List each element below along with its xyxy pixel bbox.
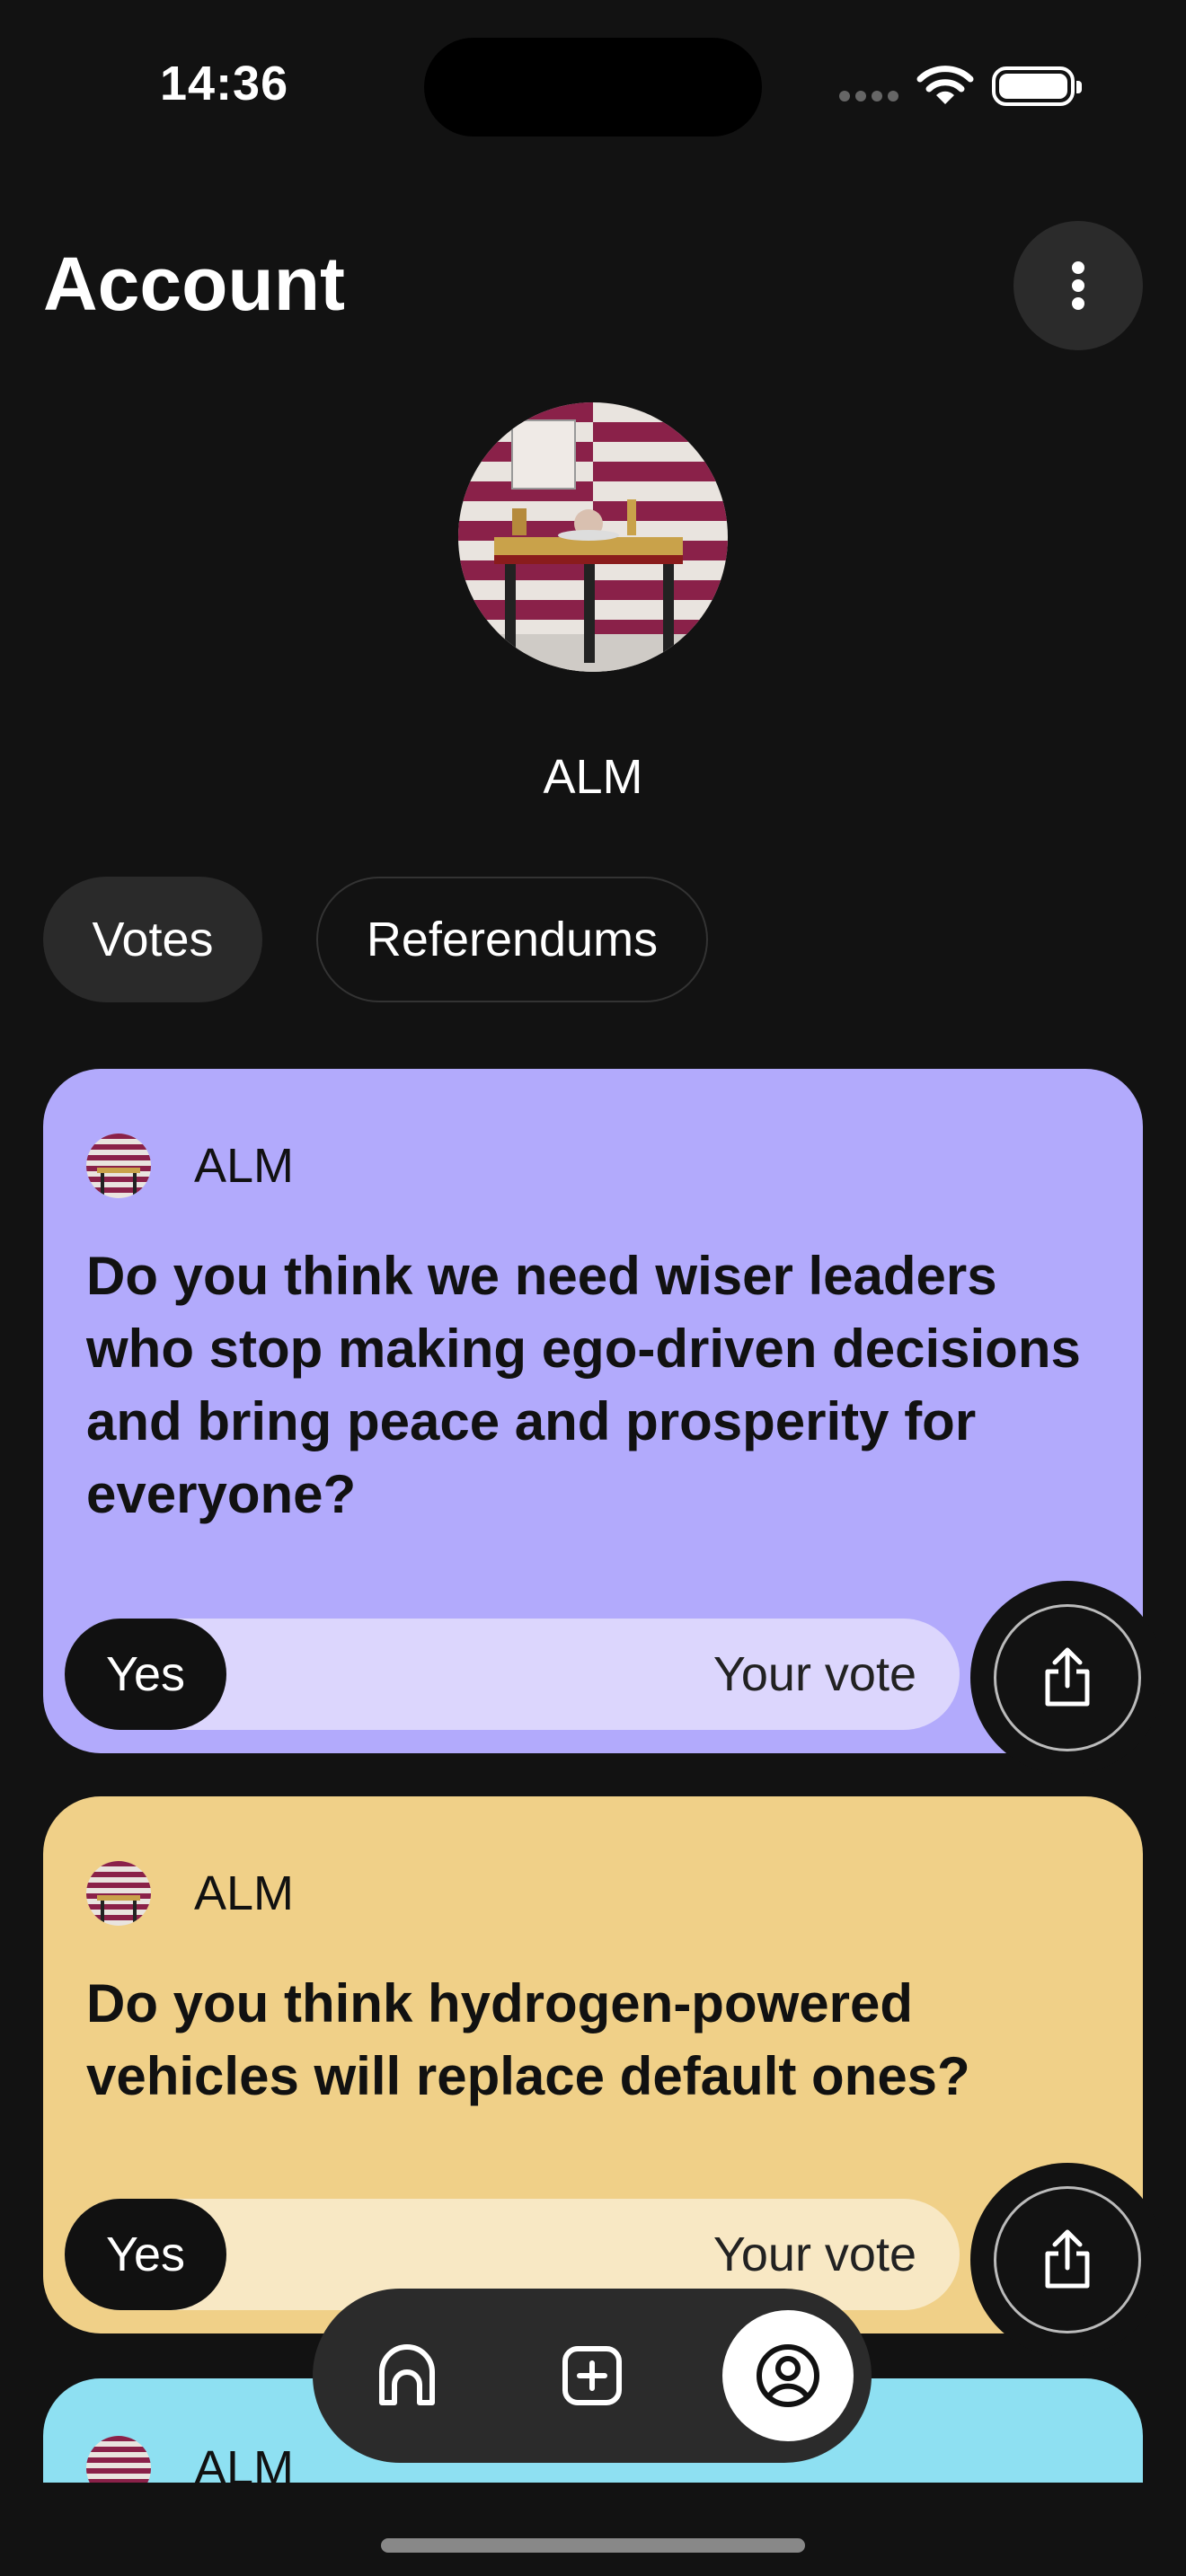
more-vertical-icon — [1072, 261, 1084, 310]
share-button[interactable] — [994, 1604, 1141, 1751]
card-author-row: ALM — [86, 1861, 294, 1926]
status-time: 14:36 — [160, 57, 289, 110]
nav-create[interactable] — [527, 2310, 658, 2441]
card-author-name: ALM — [194, 2441, 295, 2483]
wifi-icon — [916, 66, 974, 104]
home-icon — [379, 2344, 435, 2405]
bottom-nav — [313, 2289, 872, 2463]
tab-referendums[interactable]: Referendums — [316, 877, 708, 1002]
add-icon — [562, 2346, 622, 2405]
share-icon — [1045, 1647, 1090, 1707]
home-indicator — [381, 2538, 805, 2553]
vote-answer-pill: Yes — [65, 1619, 226, 1730]
status-bar: 14:36 — [0, 0, 1186, 180]
page-title: Account — [43, 242, 345, 326]
card-question: Do you think hydrogen-powered vehicles w… — [86, 1973, 970, 2106]
author-avatar — [86, 1134, 151, 1198]
card-author-row: ALM — [86, 2436, 294, 2483]
share-icon — [1045, 2229, 1090, 2289]
tab-votes[interactable]: Votes — [43, 877, 262, 1002]
vote-answer-pill: Yes — [65, 2199, 226, 2310]
more-options-button[interactable] — [1013, 221, 1143, 350]
profile-username: ALM — [543, 750, 643, 804]
author-avatar — [86, 1861, 151, 1926]
profile-icon — [757, 2344, 819, 2407]
battery-icon — [992, 66, 1082, 106]
profile-avatar[interactable] — [458, 402, 728, 672]
author-avatar — [86, 2436, 151, 2483]
vote-result-bar[interactable]: Yes Your vote — [65, 1619, 960, 1730]
cellular-signal-icon — [839, 90, 911, 102]
card-author-name: ALM — [194, 1866, 295, 1920]
card-author-row: ALM — [86, 1134, 294, 1198]
card-author-name: ALM — [194, 1139, 295, 1193]
nav-home[interactable] — [341, 2310, 473, 2441]
card-question: Do you think we need wiser leaders who s… — [86, 1246, 1081, 1524]
nav-profile[interactable] — [722, 2310, 854, 2441]
dynamic-island — [424, 38, 762, 137]
your-vote-label: Your vote — [712, 1647, 916, 1701]
share-button[interactable] — [994, 2186, 1141, 2333]
